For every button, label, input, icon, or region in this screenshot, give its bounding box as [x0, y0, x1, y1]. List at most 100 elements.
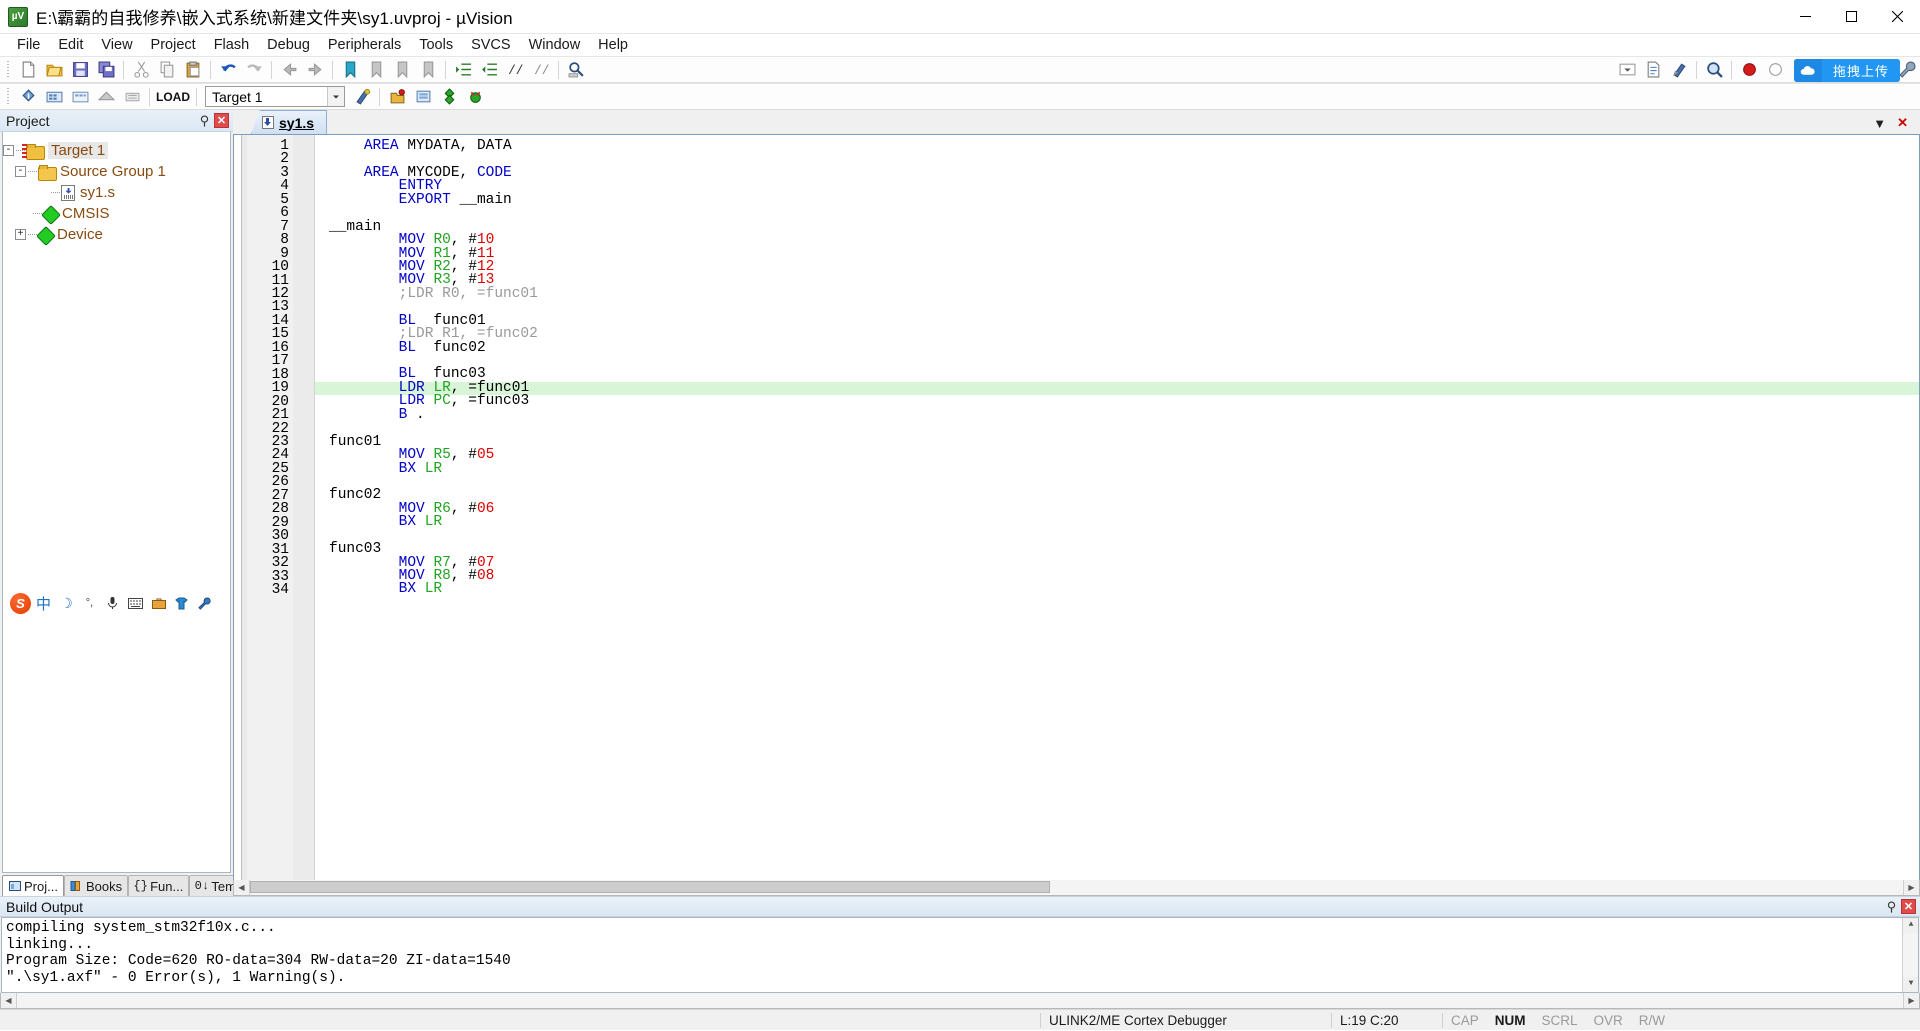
code-line[interactable]: MOV R2, #12	[329, 260, 1919, 275]
insert-file-icon[interactable]	[1640, 58, 1666, 81]
code-line[interactable]: BL func01	[329, 313, 1919, 328]
bookmark-prev-icon[interactable]	[363, 58, 389, 81]
manage-project-items-icon[interactable]	[384, 85, 410, 108]
disable-breakpoint-icon[interactable]	[1762, 58, 1788, 81]
paste-icon[interactable]	[180, 58, 206, 81]
find-icon[interactable]	[1701, 58, 1727, 81]
code-line[interactable]: func03	[329, 542, 1919, 557]
bookmark-toggle-icon[interactable]	[337, 58, 363, 81]
insert-breakpoint-icon[interactable]	[1736, 58, 1762, 81]
toolbox-icon[interactable]	[148, 593, 169, 614]
chevron-down-icon[interactable]: ▼	[1873, 116, 1886, 131]
code-line[interactable]	[329, 301, 1919, 314]
navigate-back-icon[interactable]	[276, 58, 302, 81]
rebuild-icon[interactable]	[67, 85, 93, 108]
build-output-horizontal-scrollbar[interactable]: ◀ ▶	[0, 993, 1920, 1009]
uncomment-icon[interactable]: //	[528, 58, 554, 81]
toolbar-grip[interactable]	[5, 60, 12, 79]
code-line[interactable]: func02	[329, 488, 1919, 503]
maximize-icon[interactable]	[1828, 0, 1874, 34]
menu-debug[interactable]: Debug	[258, 35, 319, 55]
code-line[interactable]: ;LDR R1, =func02	[329, 327, 1919, 342]
tree-item-device[interactable]: + Device	[3, 224, 230, 245]
microphone-icon[interactable]	[102, 593, 123, 614]
menu-tools[interactable]: Tools	[410, 35, 462, 55]
close-icon[interactable]: ✕	[1901, 899, 1916, 914]
chevron-down-icon[interactable]	[327, 87, 344, 106]
code-line[interactable]: BX LR	[329, 582, 1919, 597]
code-line[interactable]: MOV R3, #13	[329, 273, 1919, 288]
bookmark-next-icon[interactable]	[389, 58, 415, 81]
degree-icon[interactable]: °,	[79, 593, 100, 614]
tab-project[interactable]: Proj...	[2, 875, 64, 896]
close-icon[interactable]: ✕	[1897, 115, 1908, 131]
keyboard-icon[interactable]	[125, 593, 146, 614]
download-icon[interactable]: LOAD	[154, 85, 192, 108]
tree-item-cmsis[interactable]: CMSIS	[3, 203, 230, 224]
save-all-icon[interactable]	[93, 58, 119, 81]
code-line[interactable]: BL func02	[329, 340, 1919, 355]
build-icon[interactable]	[41, 85, 67, 108]
code-line[interactable]: MOV R1, #11	[329, 246, 1919, 261]
pin-icon[interactable]: ⚲	[1885, 899, 1898, 915]
stop-build-icon[interactable]	[119, 85, 145, 108]
scroll-track[interactable]	[17, 993, 1903, 1008]
code-line[interactable]: BX LR	[329, 515, 1919, 530]
menu-window[interactable]: Window	[520, 35, 590, 55]
translate-icon[interactable]	[15, 85, 41, 108]
close-icon[interactable]: ✕	[214, 113, 229, 128]
code-line[interactable]	[329, 153, 1919, 166]
scroll-left-icon[interactable]: ◀	[1, 993, 17, 1008]
scroll-thumb[interactable]	[250, 881, 1050, 893]
code-line[interactable]: AREA MYDATA, DATA	[329, 139, 1919, 154]
menu-peripherals[interactable]: Peripherals	[319, 35, 410, 55]
ime-toolbar[interactable]: S 中 ☽ °,	[7, 590, 218, 616]
debug-session-icon[interactable]	[462, 85, 488, 108]
find-in-files-icon[interactable]	[563, 58, 589, 81]
editor-tab-sy1-s[interactable]: sy1.s	[251, 110, 328, 134]
scroll-up-icon[interactable]: ▲	[1903, 918, 1918, 933]
code-line[interactable]: ENTRY	[329, 179, 1919, 194]
code-line[interactable]: MOV R6, #06	[329, 502, 1919, 517]
code-line[interactable]: MOV R5, #05	[329, 448, 1919, 463]
expander-collapse-icon[interactable]: -	[3, 145, 14, 156]
copy-icon[interactable]	[154, 58, 180, 81]
toolbar-grip[interactable]	[5, 87, 12, 106]
menu-project[interactable]: Project	[142, 35, 205, 55]
code-line[interactable]: AREA MYCODE, CODE	[329, 166, 1919, 181]
open-file-icon[interactable]	[41, 58, 67, 81]
code-line[interactable]	[329, 422, 1919, 435]
sogou-logo-icon[interactable]: S	[10, 592, 31, 614]
code-line[interactable]: B .	[329, 408, 1919, 423]
code-editor[interactable]: 1 2 3 4 5 6 7 8 9 10 11 12 13 14 15 16 17 18 19 20 21 22 23 24 2…	[233, 135, 1920, 880]
tree-item-target-1[interactable]: - Target 1	[3, 140, 230, 161]
scroll-left-icon[interactable]: ◀	[234, 880, 250, 895]
code-line[interactable]	[329, 530, 1919, 543]
build-output-vertical-scrollbar[interactable]: ▲ ▼	[1902, 918, 1918, 992]
scroll-track[interactable]	[250, 880, 1903, 895]
code-line[interactable]	[329, 476, 1919, 489]
editor-horizontal-scrollbar[interactable]: ◀ ▶	[233, 880, 1920, 896]
code-line[interactable]: MOV R0, #10	[329, 233, 1919, 248]
menu-flash[interactable]: Flash	[205, 35, 258, 55]
code-line[interactable]: MOV R7, #07	[329, 555, 1919, 570]
indent-icon[interactable]	[450, 58, 476, 81]
bookmark-clear-icon[interactable]	[415, 58, 441, 81]
scroll-right-icon[interactable]: ▶	[1903, 880, 1919, 895]
code-line[interactable]	[329, 207, 1919, 220]
run-debug-icon[interactable]	[436, 85, 462, 108]
menu-help[interactable]: Help	[589, 35, 637, 55]
code-line[interactable]: MOV R8, #08	[329, 569, 1919, 584]
menu-edit[interactable]: Edit	[49, 35, 92, 55]
minimize-icon[interactable]	[1782, 0, 1828, 34]
code-line-highlighted[interactable]: LDR LR, =func01	[315, 381, 1919, 396]
code-line[interactable]	[329, 355, 1919, 368]
tab-books[interactable]: Books	[63, 875, 129, 896]
expander-expand-icon[interactable]: +	[15, 229, 26, 240]
dropdown-icon[interactable]	[1614, 58, 1640, 81]
batch-build-icon[interactable]	[93, 85, 119, 108]
code-line[interactable]: ;LDR R0, =func01	[329, 287, 1919, 302]
undo-icon[interactable]	[215, 58, 241, 81]
code-line[interactable]: LDR PC, =func03	[329, 394, 1919, 409]
tree-item-sy1-s[interactable]: sy1.s	[3, 182, 230, 203]
